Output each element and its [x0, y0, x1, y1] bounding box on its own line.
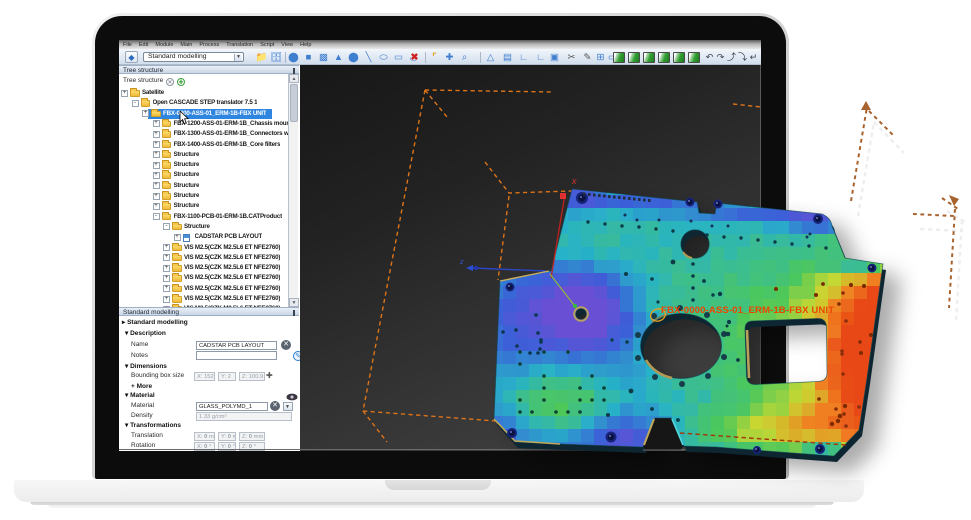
- svg-text:z: z: [459, 259, 464, 266]
